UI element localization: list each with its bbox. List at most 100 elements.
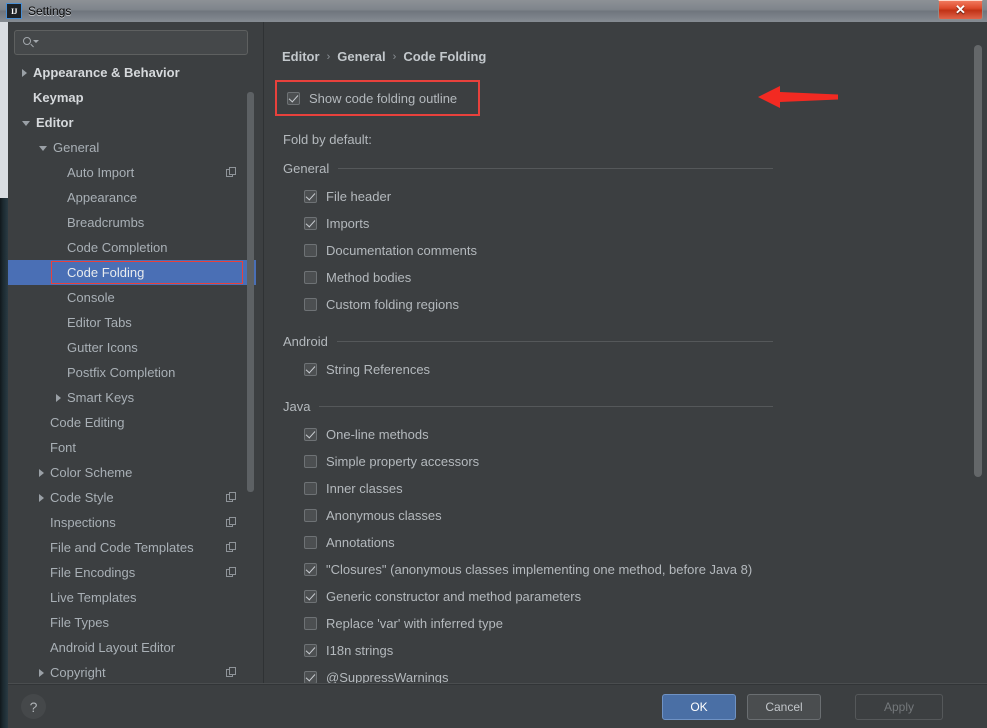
sidebar-item-console[interactable]: Console (8, 285, 256, 310)
breadcrumb-item[interactable]: Editor (282, 49, 320, 64)
checkbox-row[interactable]: Imports (304, 210, 773, 237)
sidebar-item-label: Gutter Icons (67, 340, 138, 355)
apply-button[interactable]: Apply (855, 694, 943, 720)
checkbox-row[interactable]: Anonymous classes (304, 502, 773, 529)
checkbox-label: Replace 'var' with inferred type (326, 616, 503, 631)
checkbox-row[interactable]: File header (304, 183, 773, 210)
sidebar-item-file-types[interactable]: File Types (8, 610, 256, 635)
checkbox[interactable] (304, 563, 317, 576)
checkbox[interactable] (304, 617, 317, 630)
section-title: General (283, 160, 330, 176)
checkbox-row[interactable]: Simple property accessors (304, 448, 773, 475)
checkbox[interactable] (304, 298, 317, 311)
section-divider (336, 340, 773, 342)
sidebar-item-label: File Encodings (50, 565, 136, 580)
window-title: Settings (28, 4, 72, 18)
sidebar-item-inspections[interactable]: Inspections (8, 510, 256, 535)
settings-dialog-window: IJ Settings ✕ Appearance & Behavior Keyma… (0, 0, 987, 728)
search-icon (22, 36, 39, 50)
breadcrumb-item[interactable]: Code Folding (403, 49, 486, 64)
checkbox-row[interactable]: Custom folding regions (304, 291, 773, 318)
chevron-down-icon[interactable] (22, 121, 30, 126)
search-input[interactable] (38, 35, 247, 50)
checkbox-row[interactable]: Method bodies (304, 264, 773, 291)
sidebar-item-editor[interactable]: Editor (8, 110, 256, 135)
copy-icon (226, 492, 237, 503)
checkbox-row[interactable]: "Closures" (anonymous classes implementi… (304, 556, 773, 583)
section-items: One-line methods Simple property accessor… (283, 415, 773, 684)
sidebar-item-file-and-code-templates[interactable]: File and Code Templates (8, 535, 256, 560)
sidebar-item-general[interactable]: General (8, 135, 256, 160)
show-code-folding-outline-row[interactable]: Show code folding outline (275, 80, 480, 116)
main-scrollbar-thumb[interactable] (974, 45, 982, 477)
sidebar-item-file-encodings[interactable]: File Encodings (8, 560, 256, 585)
checkbox-label: Imports (326, 216, 370, 231)
ok-button[interactable]: OK (662, 694, 736, 720)
chevron-down-icon[interactable] (39, 146, 47, 151)
chevron-right-icon[interactable] (39, 668, 44, 677)
checkbox[interactable] (304, 536, 317, 549)
sidebar-item-live-templates[interactable]: Live Templates (8, 585, 256, 610)
sidebar-item-smart-keys[interactable]: Smart Keys (8, 385, 256, 410)
checkbox[interactable] (304, 271, 317, 284)
sidebar-item-android-layout-editor[interactable]: Android Layout Editor (8, 635, 256, 660)
chevron-right-icon[interactable] (39, 468, 44, 477)
section-title: Java (283, 398, 311, 414)
sidebar-scrollbar-thumb[interactable] (247, 92, 254, 492)
sidebar-item-gutter-icons[interactable]: Gutter Icons (8, 335, 256, 360)
search-box[interactable] (14, 30, 248, 55)
sidebar-item-font[interactable]: Font (8, 435, 256, 460)
section-header: Android (283, 332, 773, 350)
show-code-folding-outline-label: Show code folding outline (309, 90, 458, 106)
checkbox[interactable] (304, 190, 317, 203)
checkbox[interactable] (304, 244, 317, 257)
sidebar-item-breadcrumbs[interactable]: Breadcrumbs (8, 210, 256, 235)
sidebar-item-editor-tabs[interactable]: Editor Tabs (8, 310, 256, 335)
sidebar-item-label: Console (67, 290, 115, 305)
checkbox[interactable] (304, 590, 317, 603)
chevron-right-icon[interactable] (39, 493, 44, 502)
sidebar-item-keymap[interactable]: Keymap (8, 85, 256, 110)
sidebar-item-code-editing[interactable]: Code Editing (8, 410, 256, 435)
checkbox[interactable] (304, 455, 317, 468)
checkbox-row[interactable]: Replace 'var' with inferred type (304, 610, 773, 637)
help-button[interactable]: ? (21, 694, 46, 719)
checkbox-row[interactable]: @SuppressWarnings (304, 664, 773, 684)
sidebar-item-color-scheme[interactable]: Color Scheme (8, 460, 256, 485)
checkbox-row[interactable]: Inner classes (304, 475, 773, 502)
checkbox[interactable] (304, 509, 317, 522)
checkbox-row[interactable]: Documentation comments (304, 237, 773, 264)
checkbox[interactable] (304, 644, 317, 657)
sidebar-item-appearance-behavior[interactable]: Appearance & Behavior (8, 60, 256, 85)
sidebar-item-appearance[interactable]: Appearance (8, 185, 256, 210)
sidebar-item-copyright[interactable]: Copyright (8, 660, 256, 684)
sidebar-item-code-style[interactable]: Code Style (8, 485, 256, 510)
checkbox-label: String References (326, 362, 431, 377)
cancel-button[interactable]: Cancel (747, 694, 821, 720)
checkbox[interactable] (304, 217, 317, 230)
sidebar-item-postfix-completion[interactable]: Postfix Completion (8, 360, 256, 385)
close-icon[interactable]: ✕ (938, 0, 983, 20)
chevron-right-icon[interactable] (22, 68, 27, 77)
sidebar-item-label: Live Templates (50, 590, 137, 605)
checkbox-row[interactable]: Generic constructor and method parameter… (304, 583, 773, 610)
checkbox-row[interactable]: String References (304, 356, 773, 383)
breadcrumb-item[interactable]: General (337, 49, 385, 64)
checkbox-row[interactable]: One-line methods (304, 421, 773, 448)
sidebar-item-code-completion[interactable]: Code Completion (8, 235, 256, 260)
section-divider (338, 167, 773, 169)
sidebar-item-label: Editor Tabs (67, 315, 132, 330)
section-divider (319, 405, 773, 407)
checkbox[interactable] (304, 482, 317, 495)
checkbox-row[interactable]: I18n strings (304, 637, 773, 664)
show-code-folding-outline-checkbox[interactable] (287, 91, 300, 105)
breadcrumb: Editor › General › Code Folding (282, 49, 486, 64)
checkbox-row[interactable]: Annotations (304, 529, 773, 556)
title-bar-left: IJ Settings (0, 3, 71, 19)
chevron-right-icon[interactable] (56, 393, 61, 402)
checkbox[interactable] (304, 428, 317, 441)
sidebar-item-auto-import[interactable]: Auto Import (8, 160, 256, 185)
sidebar-item-label: Code Style (50, 490, 114, 505)
sidebar-item-code-folding[interactable]: Code Folding (8, 260, 256, 285)
checkbox[interactable] (304, 363, 317, 376)
